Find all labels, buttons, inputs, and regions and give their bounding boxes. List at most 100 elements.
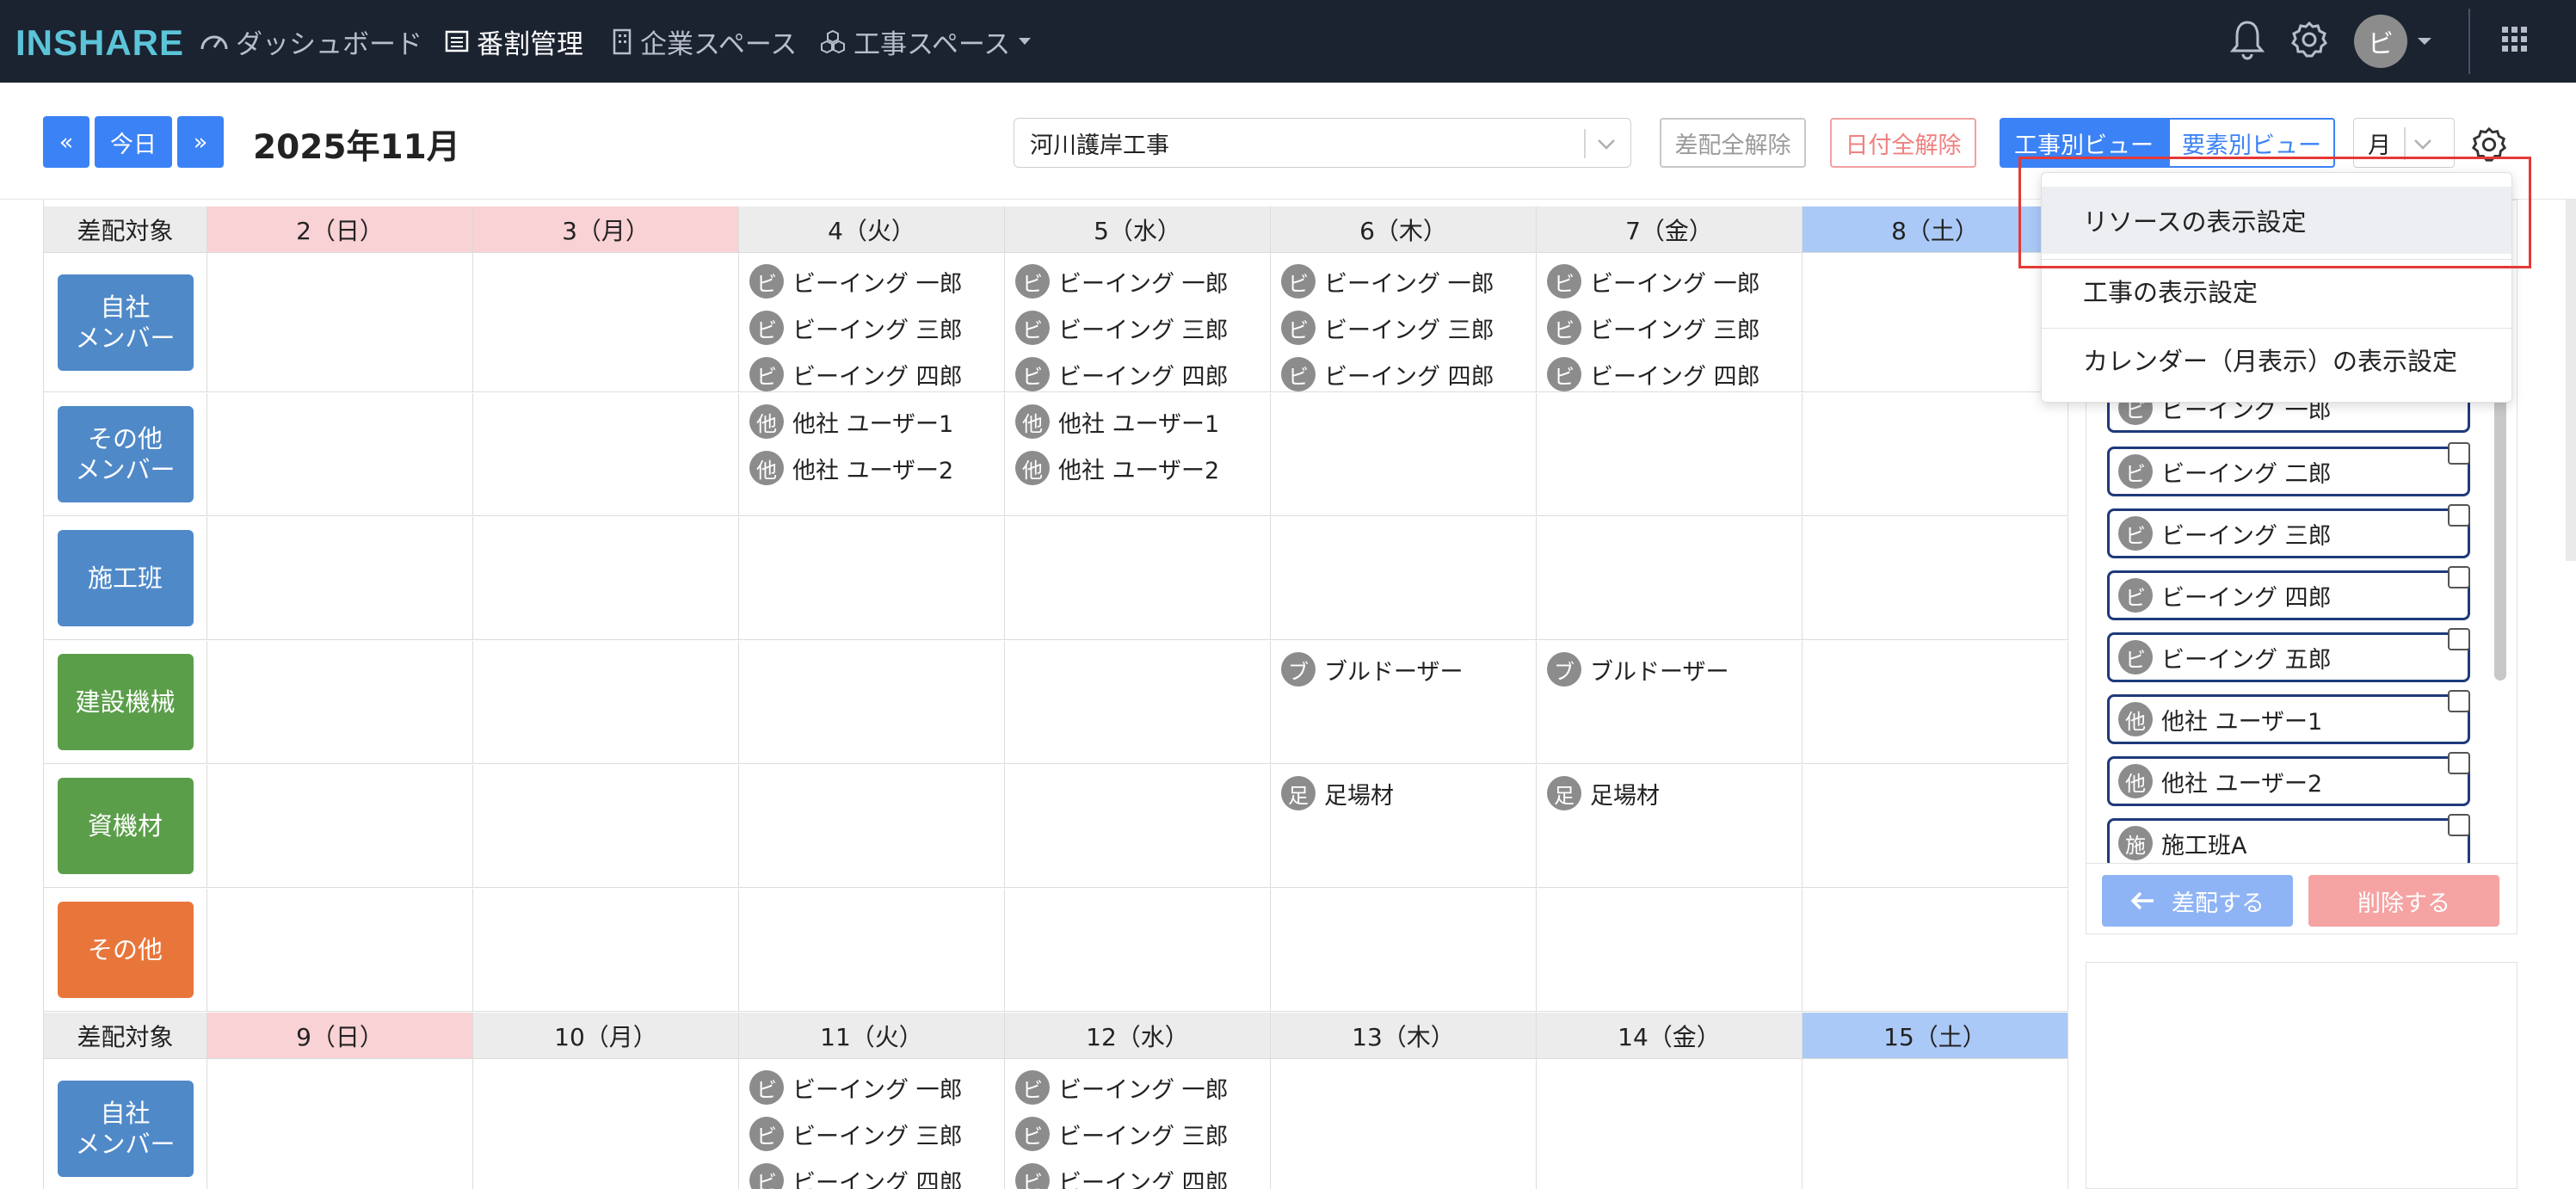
day-cell[interactable] bbox=[1005, 641, 1271, 763]
day-cell[interactable]: ビビーイング 一郎 ビビーイング 三郎 ビビーイング 四郎 bbox=[739, 1059, 1005, 1189]
day-cell[interactable]: ビビーイング 一郎 ビビーイング 三郎 ビビーイング 四郎 bbox=[1271, 253, 1537, 391]
day-cell[interactable] bbox=[1005, 765, 1271, 887]
day-cell[interactable] bbox=[1537, 393, 1803, 515]
assignment-chip[interactable]: ビビーイング 三郎 bbox=[1271, 305, 1536, 351]
period-select[interactable]: 月 bbox=[2353, 118, 2455, 168]
day-header[interactable]: 14（金） bbox=[1537, 1013, 1803, 1059]
resource-checkbox[interactable] bbox=[2448, 752, 2470, 774]
assignment-chip[interactable]: ビビーイング 四郎 bbox=[1005, 1157, 1270, 1189]
notification-button[interactable] bbox=[2228, 17, 2266, 72]
assignment-chip[interactable]: ビビーイング 一郎 bbox=[1005, 258, 1270, 305]
day-cell[interactable] bbox=[207, 889, 473, 1011]
assignment-chip[interactable]: ビビーイング 三郎 bbox=[1537, 305, 1802, 351]
day-cell[interactable] bbox=[1537, 889, 1803, 1011]
resource-item[interactable]: ビ ビーイング 五郎 bbox=[2107, 628, 2470, 682]
assignment-chip[interactable]: 他他社 ユーザー1 bbox=[1005, 398, 1270, 445]
assignment-chip[interactable]: 他他社 ユーザー2 bbox=[739, 445, 1004, 491]
day-cell[interactable] bbox=[473, 765, 739, 887]
assignment-chip[interactable]: ビビーイング 四郎 bbox=[1537, 351, 1802, 397]
day-cell[interactable]: 足足場材 bbox=[1537, 765, 1803, 887]
assignment-chip[interactable]: ビビーイング 一郎 bbox=[739, 1064, 1004, 1111]
assignment-chip[interactable]: 足足場材 bbox=[1537, 770, 1802, 816]
assignment-chip[interactable]: ビビーイング 三郎 bbox=[1005, 305, 1270, 351]
day-cell[interactable] bbox=[207, 1059, 473, 1189]
day-header[interactable]: 8（土） bbox=[1803, 206, 2068, 253]
day-header[interactable]: 2（日） bbox=[207, 206, 473, 253]
resource-checkbox[interactable] bbox=[2448, 442, 2470, 465]
delete-button[interactable]: 削除する bbox=[2308, 875, 2499, 927]
day-cell[interactable] bbox=[1803, 889, 2068, 1011]
day-header[interactable]: 12（水） bbox=[1005, 1013, 1271, 1059]
day-cell[interactable]: ビビーイング 一郎 ビビーイング 三郎 ビビーイング 四郎 bbox=[1005, 1059, 1271, 1189]
assignment-chip[interactable]: ブブルドーザー bbox=[1271, 646, 1536, 693]
day-cell[interactable] bbox=[473, 1059, 739, 1189]
day-cell[interactable] bbox=[739, 641, 1005, 763]
assignment-chip[interactable]: 足足場材 bbox=[1271, 770, 1536, 816]
resource-item[interactable]: 他 他社 ユーザー1 bbox=[2107, 690, 2470, 744]
day-cell[interactable] bbox=[207, 253, 473, 391]
next-month-button[interactable]: » bbox=[177, 116, 224, 168]
resource-checkbox[interactable] bbox=[2448, 566, 2470, 588]
clear-dispatch-button[interactable]: 差配全解除 bbox=[1660, 118, 1806, 168]
day-cell[interactable] bbox=[1803, 253, 2068, 391]
view-by-element-tab[interactable]: 要素別ビュー bbox=[2168, 118, 2335, 168]
assignment-chip[interactable]: 他他社 ユーザー2 bbox=[1005, 445, 1270, 491]
day-cell[interactable] bbox=[1271, 1059, 1537, 1189]
day-cell[interactable]: ビビーイング 一郎 ビビーイング 三郎 ビビーイング 四郎 bbox=[739, 253, 1005, 391]
day-header[interactable]: 6（木） bbox=[1271, 206, 1537, 253]
day-header[interactable]: 15（土） bbox=[1803, 1013, 2068, 1059]
assignment-chip[interactable]: 他他社 ユーザー1 bbox=[739, 398, 1004, 445]
day-cell[interactable]: 他他社 ユーザー1 他他社 ユーザー2 bbox=[739, 393, 1005, 515]
day-cell[interactable]: 足足場材 bbox=[1271, 765, 1537, 887]
day-header[interactable]: 7（金） bbox=[1537, 206, 1803, 253]
day-header[interactable]: 11（火） bbox=[739, 1013, 1005, 1059]
app-logo[interactable]: INSHARE bbox=[15, 22, 184, 64]
day-cell[interactable] bbox=[473, 641, 739, 763]
day-cell[interactable] bbox=[1005, 517, 1271, 639]
day-cell[interactable] bbox=[1803, 1059, 2068, 1189]
resource-checkbox[interactable] bbox=[2448, 504, 2470, 527]
day-cell[interactable] bbox=[473, 253, 739, 391]
menu-item-calendar-display-settings[interactable]: カレンダー（月表示）の表示設定 bbox=[2042, 326, 2511, 393]
day-cell[interactable] bbox=[1803, 517, 2068, 639]
day-cell[interactable] bbox=[1271, 393, 1537, 515]
nav-project-space[interactable]: 工事スペース bbox=[819, 19, 1041, 64]
calendar-settings-button[interactable] bbox=[2469, 125, 2509, 168]
assignment-chip[interactable]: ビビーイング 四郎 bbox=[1271, 351, 1536, 397]
day-cell[interactable] bbox=[1803, 765, 2068, 887]
day-header[interactable]: 3（月） bbox=[473, 206, 739, 253]
today-button[interactable]: 今日 bbox=[95, 116, 172, 168]
day-cell[interactable]: 他他社 ユーザー1 他他社 ユーザー2 bbox=[1005, 393, 1271, 515]
resource-item[interactable]: ビ ビーイング 三郎 bbox=[2107, 504, 2470, 558]
day-header[interactable]: 10（月） bbox=[473, 1013, 739, 1059]
day-header[interactable]: 5（水） bbox=[1005, 206, 1271, 253]
day-cell[interactable]: ビビーイング 一郎 ビビーイング 三郎 ビビーイング 四郎 bbox=[1537, 253, 1803, 391]
day-cell[interactable] bbox=[473, 517, 739, 639]
day-header[interactable]: 4（火） bbox=[739, 206, 1005, 253]
assignment-chip[interactable]: ビビーイング 四郎 bbox=[739, 1157, 1004, 1189]
day-cell[interactable] bbox=[1537, 1059, 1803, 1189]
day-cell[interactable] bbox=[1803, 393, 2068, 515]
view-by-project-tab[interactable]: 工事別ビュー bbox=[2000, 118, 2168, 168]
project-select[interactable]: 河川護岸工事 bbox=[1014, 118, 1631, 168]
assignment-chip[interactable]: ビビーイング 三郎 bbox=[739, 1111, 1004, 1157]
day-cell[interactable] bbox=[1803, 641, 2068, 763]
day-cell[interactable] bbox=[473, 889, 739, 1011]
nav-company-space[interactable]: 企業スペース bbox=[611, 19, 797, 64]
settings-button[interactable] bbox=[2289, 17, 2330, 72]
day-cell[interactable]: ビビーイング 一郎 ビビーイング 三郎 ビビーイング 四郎 bbox=[1005, 253, 1271, 391]
day-cell[interactable]: ブブルドーザー bbox=[1271, 641, 1537, 763]
assignment-chip[interactable]: ビビーイング 四郎 bbox=[1005, 351, 1270, 397]
dispatch-button[interactable]: 差配する bbox=[2102, 875, 2293, 927]
day-cell[interactable] bbox=[473, 393, 739, 515]
nav-dashboard[interactable]: ダッシュボード bbox=[200, 19, 422, 64]
day-cell[interactable] bbox=[1271, 517, 1537, 639]
day-cell[interactable] bbox=[739, 765, 1005, 887]
day-header[interactable]: 13（木） bbox=[1271, 1013, 1537, 1059]
day-cell[interactable] bbox=[1537, 517, 1803, 639]
assignment-chip[interactable]: ビビーイング 一郎 bbox=[739, 258, 1004, 305]
day-cell[interactable] bbox=[739, 517, 1005, 639]
day-header[interactable]: 9（日） bbox=[207, 1013, 473, 1059]
menu-item-project-display-settings[interactable]: 工事の表示設定 bbox=[2042, 257, 2511, 324]
resource-checkbox[interactable] bbox=[2448, 690, 2470, 712]
